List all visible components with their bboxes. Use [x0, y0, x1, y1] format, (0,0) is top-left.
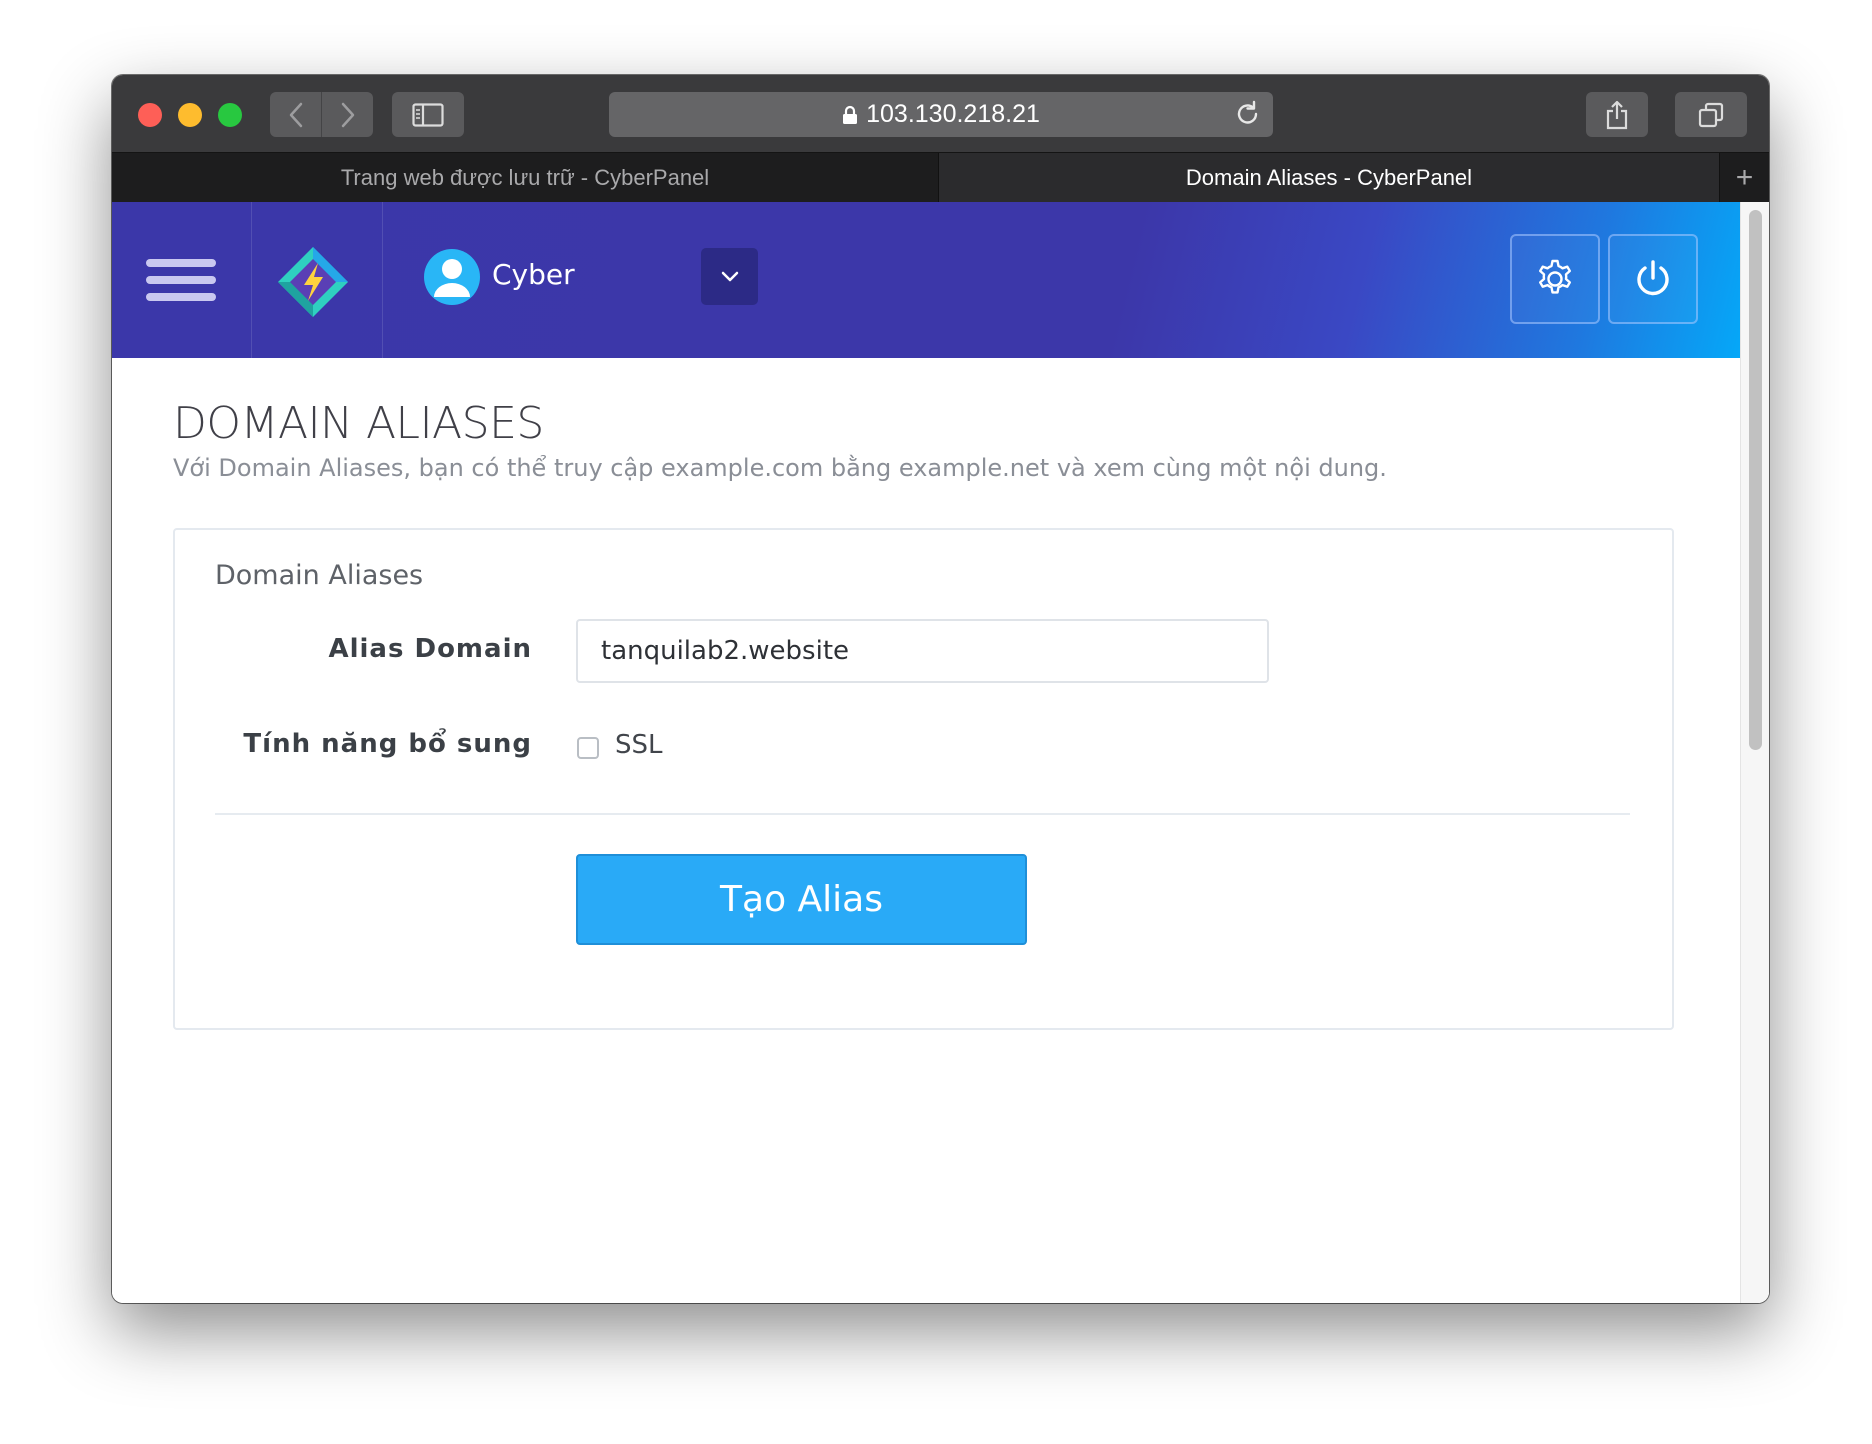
ssl-checkbox[interactable] — [577, 737, 599, 759]
sidebar-icon — [412, 102, 444, 127]
chevron-left-icon — [289, 102, 302, 127]
tab-hosted-websites[interactable]: Trang web được lưu trữ - CyberPanel — [112, 153, 939, 203]
address-bar[interactable]: 103.130.218.21 — [609, 92, 1273, 137]
settings-button[interactable] — [1510, 234, 1600, 324]
logout-button[interactable] — [1608, 234, 1698, 324]
sidebar-toggle-button[interactable] — [392, 92, 464, 137]
scrollbar-thumb[interactable] — [1749, 210, 1762, 750]
create-alias-button[interactable]: Tạo Alias — [576, 854, 1027, 945]
tab-domain-aliases[interactable]: Domain Aliases - CyberPanel — [939, 153, 1720, 203]
tab-overview-button[interactable] — [1675, 92, 1747, 137]
tabs-icon — [1698, 102, 1724, 127]
page-viewport: Cyber DOMAIN ALIASES Với Domain Aliases,… — [112, 202, 1769, 1303]
address-text: 103.130.218.21 — [866, 100, 1040, 128]
alias-domain-label: Alias Domain — [328, 634, 532, 664]
app-header: Cyber — [112, 202, 1741, 358]
share-icon — [1606, 100, 1628, 129]
share-button[interactable] — [1586, 92, 1648, 137]
user-avatar-icon — [424, 249, 480, 305]
hamburger-icon[interactable] — [146, 259, 216, 309]
forward-button[interactable] — [322, 92, 373, 137]
additional-features-label: Tính năng bổ sung — [243, 729, 532, 759]
chevron-down-icon — [721, 271, 738, 281]
close-window-button[interactable] — [138, 103, 162, 127]
ssl-label[interactable]: SSL — [615, 730, 663, 760]
browser-window: 103.130.218.21 Trang web được lưu trữ - … — [112, 75, 1769, 1303]
new-tab-button[interactable]: + — [1720, 153, 1769, 203]
form-divider — [215, 813, 1630, 815]
user-menu-toggle[interactable] — [701, 248, 758, 305]
header-divider — [382, 202, 383, 358]
alias-domain-input[interactable] — [576, 619, 1269, 683]
gear-icon — [1539, 259, 1571, 294]
power-icon — [1637, 260, 1669, 296]
domain-aliases-panel: Domain Aliases Alias Domain Tính năng bổ… — [173, 528, 1674, 1030]
zoom-window-button[interactable] — [218, 103, 242, 127]
tab-bar: Trang web được lưu trữ - CyberPanel Doma… — [112, 152, 1769, 203]
user-name[interactable]: Cyber — [492, 258, 575, 291]
browser-toolbar: 103.130.218.21 — [112, 75, 1769, 152]
page-title: DOMAIN ALIASES — [173, 398, 544, 449]
back-button[interactable] — [270, 92, 322, 137]
scrollbar[interactable] — [1740, 202, 1769, 1303]
history-nav — [270, 92, 373, 137]
reload-icon[interactable] — [1235, 100, 1261, 128]
chevron-right-icon — [341, 102, 354, 127]
minimize-window-button[interactable] — [178, 103, 202, 127]
header-divider — [251, 202, 252, 358]
cyberpanel-logo-icon[interactable] — [276, 245, 350, 319]
lock-icon — [842, 105, 858, 125]
panel-title: Domain Aliases — [215, 560, 424, 591]
page-subtitle: Với Domain Aliases, bạn có thể truy cập … — [173, 454, 1387, 482]
